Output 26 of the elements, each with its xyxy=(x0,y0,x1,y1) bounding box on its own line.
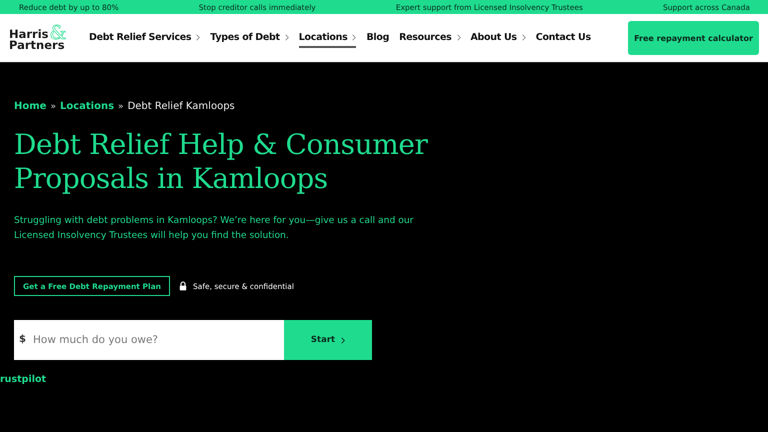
page-heading: Debt Relief Help & Consumer Proposals in Kamloops xyxy=(14,128,429,196)
breadcrumb-separator: » xyxy=(50,102,56,112)
nav-link[interactable]: Resources xyxy=(399,28,460,48)
breadcrumb-current: Debt Relief Kamloops xyxy=(128,101,235,112)
breadcrumb-separator: » xyxy=(118,102,124,112)
calculator-button[interactable]: Free repayment calculator xyxy=(628,21,759,55)
breadcrumb-link[interactable]: Locations xyxy=(60,101,114,112)
chevron-icon xyxy=(352,34,356,40)
intro-text: Struggling with debt problems in Kamloops? We’re here for you—give us a call and our Licensed Insolvency Trustees will help you find the solution. xyxy=(14,214,414,242)
chevron-icon xyxy=(196,34,200,40)
breadcrumb-link[interactable]: Home xyxy=(14,101,46,112)
chevron-icon xyxy=(522,34,526,40)
chevron-icon xyxy=(456,34,460,40)
nav-link[interactable]: Locations xyxy=(298,28,356,48)
chevron-icon xyxy=(284,34,289,40)
lock-icon xyxy=(179,281,187,291)
start-button[interactable]: Start xyxy=(284,320,372,360)
currency-symbol: $ xyxy=(19,334,26,346)
trustpilot-label: rustpilot xyxy=(0,374,48,385)
nav-link[interactable]: Blog xyxy=(366,28,390,48)
nav-link[interactable]: Types of Debt xyxy=(210,28,289,48)
chevron-icon xyxy=(341,336,346,344)
nav-link[interactable]: About Us xyxy=(470,28,526,48)
nav-link[interactable]: Contact Us xyxy=(536,28,591,48)
logo[interactable]: Harris& Partners xyxy=(9,26,81,50)
nav-link[interactable]: Debt Relief Services xyxy=(89,28,200,48)
